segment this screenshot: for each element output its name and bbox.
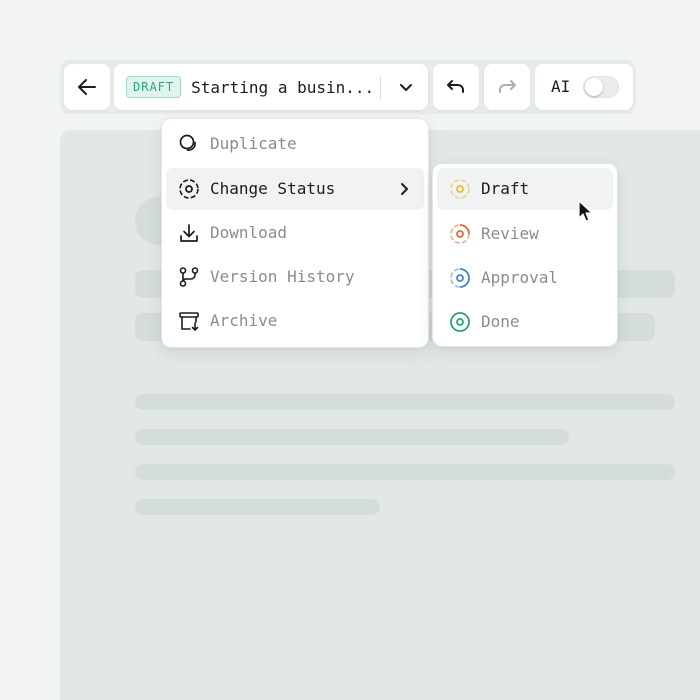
- redo-button[interactable]: [484, 64, 530, 110]
- chevron-down-icon: [400, 84, 412, 91]
- back-button[interactable]: [64, 64, 110, 110]
- status-done-icon: [450, 312, 470, 332]
- menu-item-label: Download: [210, 223, 288, 242]
- branch-icon: [179, 267, 199, 287]
- status-icon: [179, 179, 199, 199]
- menu-item-label: Version History: [210, 267, 355, 286]
- duplicate-icon: [179, 134, 196, 151]
- status-submenu: Draft Review Approval Done: [432, 163, 618, 347]
- skeleton-line: [135, 499, 380, 515]
- status-option-label: Approval: [481, 268, 559, 287]
- status-option-label: Draft: [481, 179, 530, 198]
- document-title: Starting a busin...: [191, 77, 375, 97]
- status-option-done[interactable]: Done: [437, 301, 613, 343]
- menu-item-download[interactable]: Download: [166, 212, 424, 254]
- menu-item-label: Duplicate: [210, 134, 297, 153]
- menu-item-duplicate[interactable]: Duplicate: [166, 123, 424, 165]
- menu-item-archive[interactable]: Archive: [166, 300, 424, 342]
- redo-icon: [499, 80, 516, 93]
- status-option-label: Done: [481, 312, 520, 331]
- skeleton-line: [135, 429, 569, 445]
- download-icon: [180, 224, 198, 242]
- ai-label: AI: [551, 77, 571, 96]
- archive-icon: [179, 312, 199, 331]
- menu-item-label: Change Status: [210, 179, 336, 198]
- chevron-right-icon: [401, 183, 408, 195]
- undo-button[interactable]: [433, 64, 479, 110]
- status-option-label: Review: [481, 224, 539, 243]
- menu-item-version-history[interactable]: Version History: [166, 256, 424, 298]
- skeleton-line: [135, 394, 675, 410]
- arrow-left-icon: [78, 79, 96, 95]
- skeleton-line: [135, 464, 675, 480]
- ai-toggle-group[interactable]: AI: [535, 64, 633, 110]
- status-badge: DRAFT: [126, 76, 182, 98]
- document-menu: Duplicate Change Status Download Version…: [161, 118, 429, 348]
- document-title-group[interactable]: DRAFT Starting a busin...: [114, 64, 428, 110]
- status-review-icon: [450, 224, 470, 244]
- menu-item-change-status[interactable]: Change Status: [166, 168, 424, 210]
- ai-toggle[interactable]: [583, 76, 619, 98]
- status-approval-icon: [450, 268, 470, 288]
- divider: [380, 76, 381, 100]
- undo-icon: [447, 80, 464, 93]
- mouse-cursor-icon: [578, 200, 593, 222]
- menu-item-label: Archive: [210, 311, 278, 330]
- toggle-knob: [585, 78, 603, 96]
- status-option-approval[interactable]: Approval: [437, 257, 613, 299]
- title-dropdown-button[interactable]: [382, 64, 430, 110]
- status-draft-icon: [450, 179, 470, 199]
